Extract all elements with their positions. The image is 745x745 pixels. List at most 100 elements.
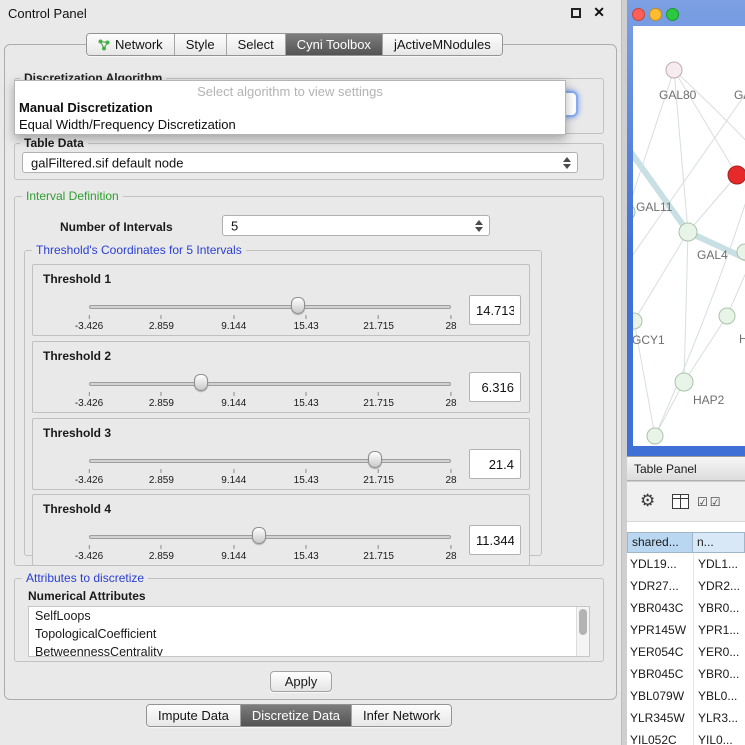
tab-impute-data[interactable]: Impute Data <box>147 705 241 726</box>
slider-tick: -3.426 <box>75 392 103 409</box>
network-node[interactable] <box>675 373 693 391</box>
network-node[interactable] <box>719 308 735 324</box>
threshold-4-slider: -3.426 2.859 9.144 15.43 21.715 28 <box>89 525 451 565</box>
dropdown-option-equal-width[interactable]: Equal Width/Frequency Discretization <box>15 116 565 133</box>
tab-network[interactable]: Network <box>87 34 175 55</box>
close-traffic-light[interactable] <box>632 8 645 21</box>
network-node[interactable] <box>633 204 635 220</box>
network-node[interactable] <box>633 313 642 329</box>
table-data-combobox[interactable]: galFiltered.sif default node <box>22 152 578 173</box>
slider-tick: 9.144 <box>221 469 246 486</box>
list-item[interactable]: BetweennessCentrality <box>29 643 589 657</box>
slider-tick: 2.859 <box>149 469 174 486</box>
slider-tick: 9.144 <box>221 545 246 562</box>
tab-label: Style <box>186 37 215 52</box>
table-panel-toolbar: ⚙ ☑☑ <box>627 482 745 522</box>
column-header-shared-name[interactable]: shared... <box>627 532 693 553</box>
tab-label: Impute Data <box>158 708 229 723</box>
network-node[interactable] <box>666 62 682 78</box>
tab-infer-network[interactable]: Infer Network <box>352 705 451 726</box>
threshold-3-label: Threshold 3 <box>43 426 111 440</box>
scrollbar-thumb[interactable] <box>579 609 587 635</box>
slider-ticks: -3.426 2.859 9.144 15.43 21.715 28 <box>89 315 451 333</box>
network-node[interactable] <box>679 223 697 241</box>
slider-tick: -3.426 <box>75 469 103 486</box>
numerical-attributes-label: Numerical Attributes <box>28 589 146 603</box>
table-row[interactable]: YER054CYER0... <box>627 641 745 663</box>
tab-label: Select <box>238 37 274 52</box>
network-node[interactable] <box>647 428 663 444</box>
dropdown-option-manual[interactable]: Manual Discretization <box>15 99 565 116</box>
zoom-traffic-light[interactable] <box>666 8 679 21</box>
slider-tick: 15.43 <box>294 545 319 562</box>
slider-handle[interactable] <box>194 374 208 391</box>
interval-definition-title: Interval Definition <box>22 189 123 203</box>
number-of-intervals-value: 5 <box>231 218 238 233</box>
apply-button[interactable]: Apply <box>270 671 332 692</box>
minimize-traffic-light[interactable] <box>649 8 662 21</box>
table-panel-title: Table Panel <box>634 462 697 476</box>
close-icon[interactable]: ✕ <box>593 5 605 19</box>
slider-track[interactable] <box>89 305 451 309</box>
slider-tick: 2.859 <box>149 545 174 562</box>
threshold-2-value-field[interactable] <box>469 372 521 402</box>
columns-icon[interactable] <box>672 494 689 509</box>
slider-ticks: -3.426 2.859 9.144 15.43 21.715 28 <box>89 392 451 410</box>
network-node-label: GAL4 <box>697 248 728 262</box>
slider-handle[interactable] <box>252 527 266 544</box>
select-columns-checkboxes-icon[interactable]: ☑☑ <box>697 495 723 509</box>
tab-style[interactable]: Style <box>175 34 227 55</box>
panel-title: Control Panel <box>8 6 87 21</box>
tab-discretize-data[interactable]: Discretize Data <box>241 705 352 726</box>
number-of-intervals-combobox[interactable]: 5 <box>222 215 490 236</box>
list-item[interactable]: SelfLoops <box>29 607 589 625</box>
table-data-group-title: Table Data <box>20 136 88 150</box>
slider-track[interactable] <box>89 535 451 539</box>
number-of-intervals-label: Number of Intervals <box>60 220 173 234</box>
network-node-selected[interactable] <box>728 166 745 184</box>
tab-jactivemodules[interactable]: jActiveMNodules <box>383 34 502 55</box>
combo-spinner-icon <box>563 157 571 169</box>
threshold-4-value-field[interactable] <box>469 525 521 555</box>
column-header-name[interactable]: n... <box>693 532 745 553</box>
slider-tick: 15.43 <box>294 469 319 486</box>
table-row[interactable]: YLR345WYLR3... <box>627 707 745 729</box>
slider-tick: 28 <box>445 469 456 486</box>
slider-ticks: -3.426 2.859 9.144 15.43 21.715 28 <box>89 469 451 487</box>
slider-tick: 15.43 <box>294 392 319 409</box>
network-node-label: GAL11 <box>636 200 673 214</box>
table-row[interactable]: YDR27...YDR2... <box>627 575 745 597</box>
slider-handle[interactable] <box>291 297 305 314</box>
tab-cyni-toolbox[interactable]: Cyni Toolbox <box>286 34 383 55</box>
table-row[interactable]: YBR043CYBR0... <box>627 597 745 619</box>
tab-select[interactable]: Select <box>227 34 286 55</box>
table-row[interactable]: YPR145WYPR1... <box>627 619 745 641</box>
threshold-2-label: Threshold 2 <box>43 349 111 363</box>
threshold-1-slider: -3.426 2.859 9.144 15.43 21.715 28 <box>89 295 451 335</box>
attributes-group-title: Attributes to discretize <box>22 571 148 585</box>
slider-tick: 21.715 <box>363 392 394 409</box>
gear-icon[interactable]: ⚙ <box>640 491 655 511</box>
slider-track[interactable] <box>89 459 451 463</box>
dropdown-prompt: Select algorithm to view settings <box>15 81 565 99</box>
node-table: shared... n... YDL19...YDL1... YDR27...Y… <box>627 522 745 745</box>
slider-track[interactable] <box>89 382 451 386</box>
tab-label: Network <box>115 37 163 52</box>
list-item[interactable]: TopologicalCoefficient <box>29 625 589 643</box>
slider-tick: 28 <box>445 392 456 409</box>
float-window-icon[interactable] <box>571 8 581 18</box>
threshold-3-value-field[interactable] <box>469 449 521 479</box>
slider-handle[interactable] <box>368 451 382 468</box>
table-row[interactable]: YDL19...YDL1... <box>627 553 745 575</box>
table-row[interactable]: YBR045CYBR0... <box>627 663 745 685</box>
threshold-2-block: Threshold 2 -3.426 2.859 9.144 15.43 21.… <box>32 341 530 413</box>
threshold-1-value-field[interactable] <box>469 295 521 325</box>
control-panel: Control Panel ✕ Network Style Select Cyn… <box>0 0 622 745</box>
network-canvas[interactable]: GAL80 GA GAL11 GAL4 GCY1 H HAP2 <box>633 26 745 446</box>
network-node-label: GAL80 <box>659 88 697 102</box>
slider-tick: 15.43 <box>294 315 319 332</box>
list-scrollbar[interactable] <box>576 607 589 656</box>
table-row[interactable]: YBL079WYBL0... <box>627 685 745 707</box>
table-row[interactable]: YIL052CYIL0... <box>627 729 745 745</box>
slider-tick: 21.715 <box>363 545 394 562</box>
